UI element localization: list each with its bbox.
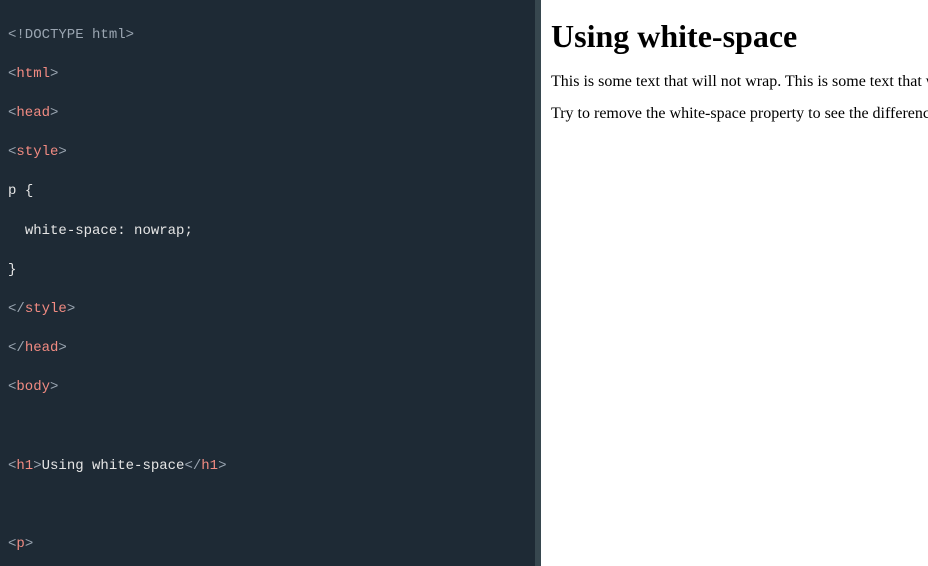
- tag-style-open: style: [16, 144, 58, 160]
- code-editor-pane[interactable]: <!DOCTYPE html> <html> <head> <style> p …: [0, 0, 535, 566]
- h1-text: Using white-space: [42, 458, 185, 474]
- doctype-text: <!DOCTYPE html>: [8, 27, 134, 43]
- tag-style-close: style: [25, 301, 67, 317]
- preview-pane: Using white-space This is some text that…: [541, 0, 928, 566]
- tag-body-open: body: [16, 379, 50, 395]
- preview-paragraph-1: This is some text that will not wrap. Th…: [551, 73, 918, 91]
- css-close-brace: }: [8, 262, 16, 278]
- css-open-brace: {: [25, 183, 33, 199]
- css-property: white-space: [25, 223, 117, 239]
- tag-p-open: p: [16, 536, 24, 552]
- tag-head-open: head: [16, 105, 50, 121]
- tag-html-open: html: [16, 66, 50, 82]
- tag-h1-open: h1: [16, 458, 33, 474]
- css-selector: p: [8, 183, 16, 199]
- tag-h1-close: h1: [201, 458, 218, 474]
- tag-head-close: head: [25, 340, 59, 356]
- css-value: nowrap: [134, 223, 184, 239]
- preview-paragraph-2: Try to remove the white-space property t…: [551, 105, 918, 123]
- preview-heading: Using white-space: [551, 18, 918, 55]
